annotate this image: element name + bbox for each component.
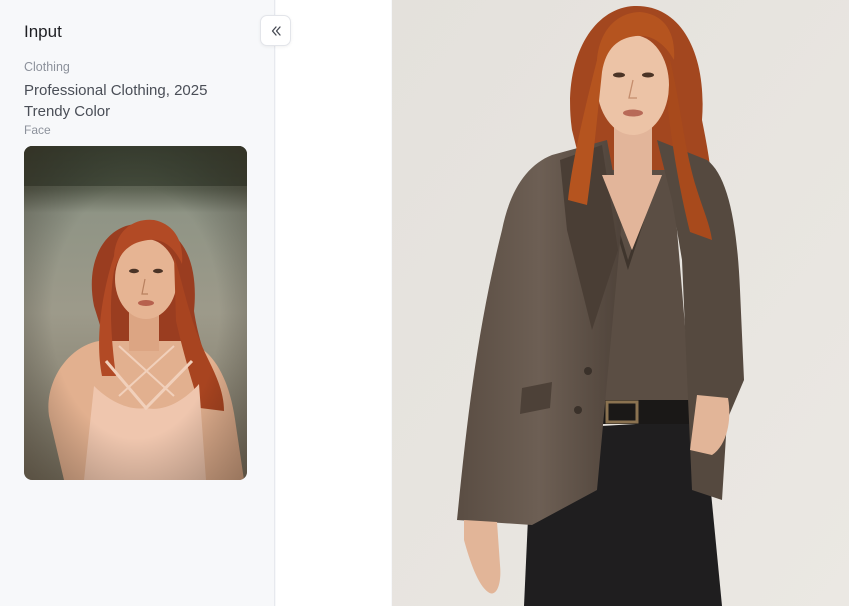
input-sidebar: Input Clothing Professional Clothing, 20… bbox=[0, 0, 275, 606]
double-chevron-left-icon bbox=[271, 25, 281, 36]
middle-spacer bbox=[276, 0, 391, 606]
face-label: Face bbox=[24, 123, 51, 137]
result-image[interactable] bbox=[392, 0, 849, 606]
clothing-label: Clothing bbox=[24, 60, 70, 74]
clothing-value: Professional Clothing, 2025 Trendy Color bbox=[24, 82, 208, 120]
face-image-graphic bbox=[24, 146, 247, 480]
panel-title: Input bbox=[24, 22, 62, 41]
result-image-graphic bbox=[392, 0, 849, 606]
collapse-sidebar-button[interactable] bbox=[260, 15, 291, 46]
face-image[interactable] bbox=[24, 146, 247, 480]
app-root: Input Clothing Professional Clothing, 20… bbox=[0, 0, 849, 606]
